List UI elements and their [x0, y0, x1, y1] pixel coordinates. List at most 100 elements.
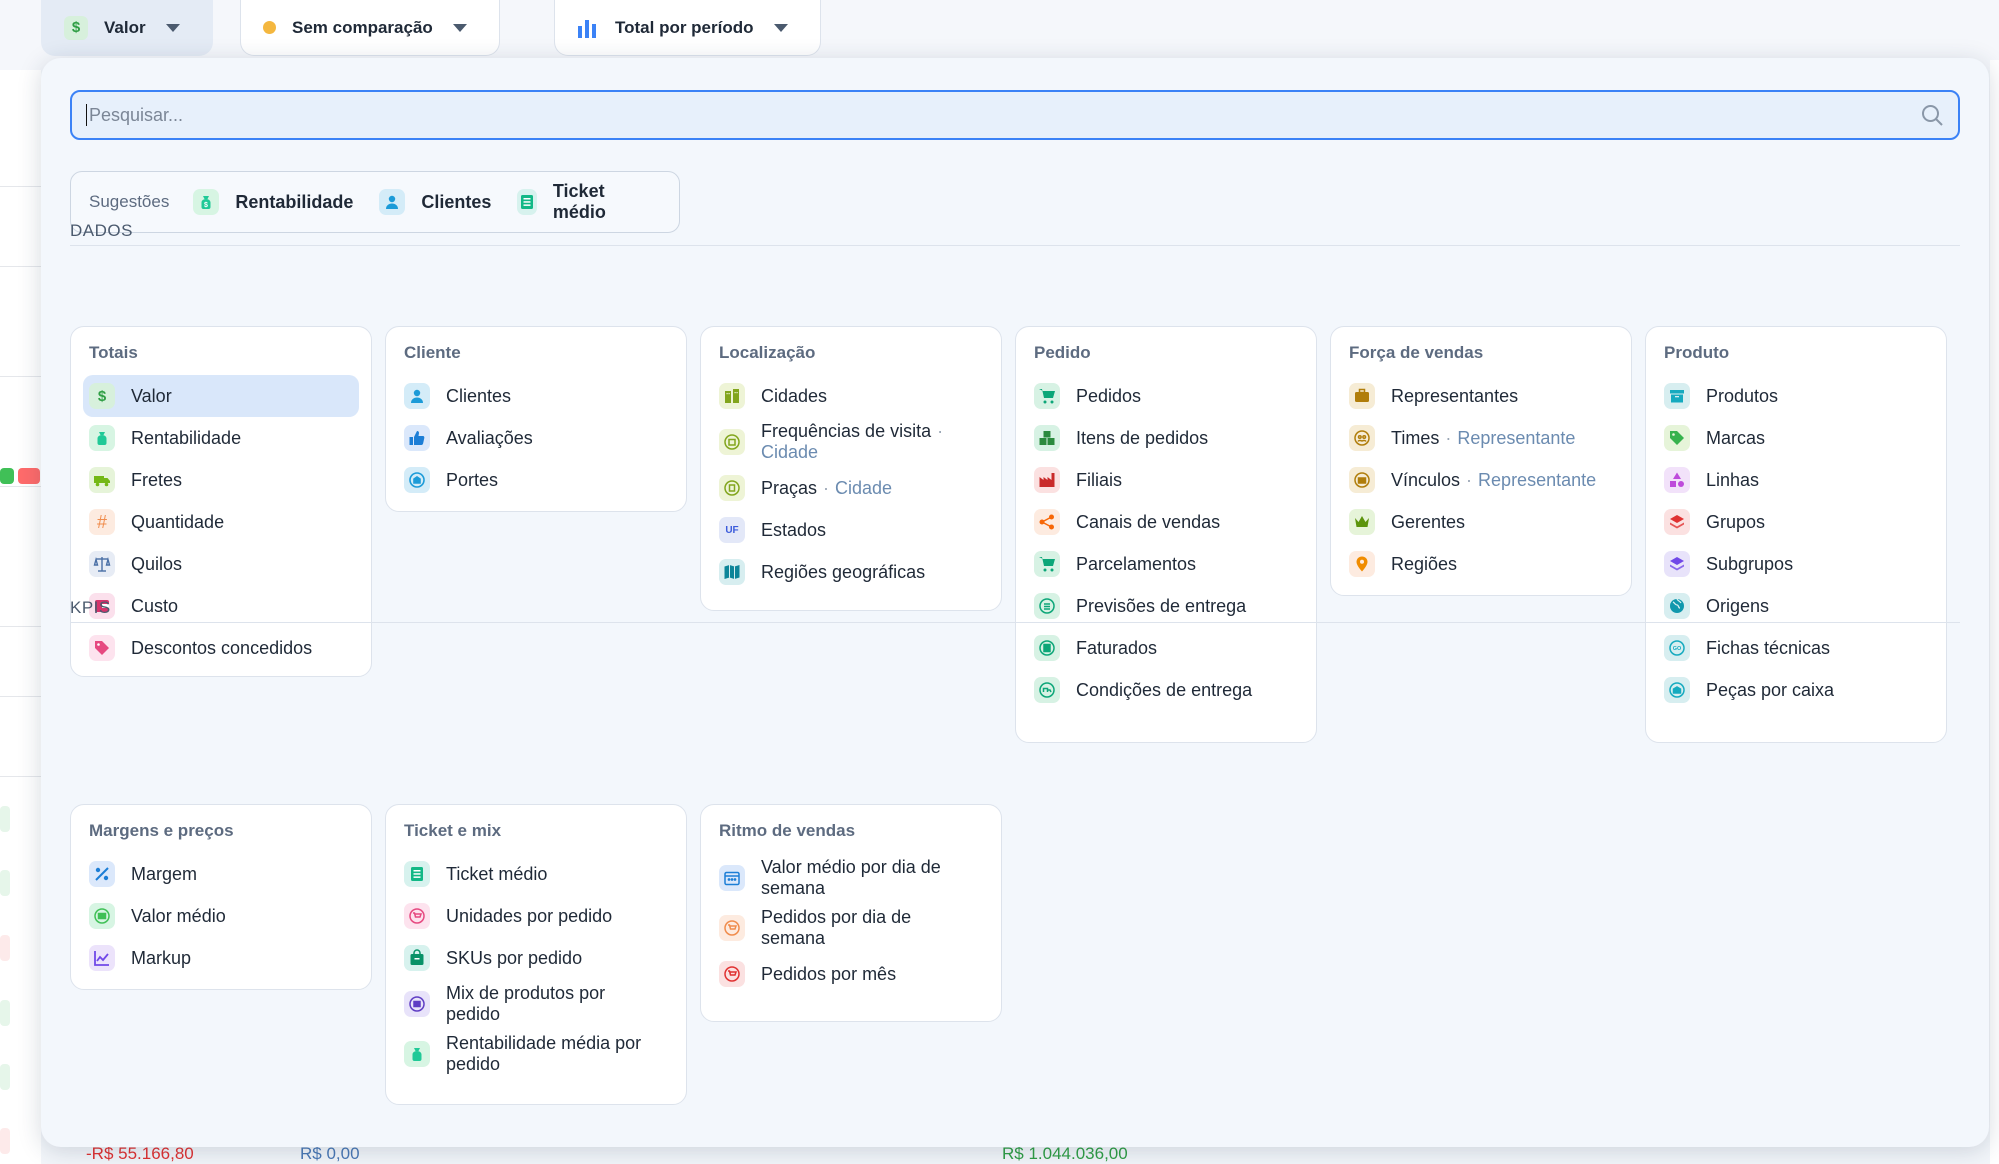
option-regioes-geograficas[interactable]: Regiões geográficas: [713, 551, 989, 593]
option-rentabilidade[interactable]: Rentabilidade: [83, 417, 359, 459]
search-input[interactable]: [89, 104, 1920, 126]
option-condicoes-entrega[interactable]: Condições de entrega: [1028, 669, 1304, 711]
pin-circle-icon: [719, 475, 745, 501]
option-pedidos-mes[interactable]: Pedidos por mês: [713, 953, 989, 995]
option-unidades-pedido[interactable]: Unidades por pedido: [398, 895, 674, 937]
option-valor[interactable]: $ Valor: [83, 375, 359, 417]
metric-filter-button[interactable]: $ Valor: [41, 0, 213, 56]
option-fichas-tecnicas[interactable]: GO Fichas técnicas: [1658, 627, 1934, 669]
option-valor-medio-dia[interactable]: Valor médio por dia de semana: [713, 853, 989, 903]
option-fretes[interactable]: Fretes: [83, 459, 359, 501]
truck-icon: [89, 467, 115, 493]
option-canais-vendas[interactable]: Canais de vendas: [1028, 501, 1304, 543]
option-pedidos-dia[interactable]: Pedidos por dia de semana: [713, 903, 989, 953]
option-pedidos[interactable]: Pedidos: [1028, 375, 1304, 417]
option-label: Cidades: [761, 385, 828, 406]
calendar-circle-icon: [719, 429, 745, 455]
share-icon: [1034, 509, 1060, 535]
option-label: Fichas técnicas: [1706, 637, 1831, 658]
option-label: Representantes: [1391, 385, 1519, 406]
option-label: Regiões: [1391, 553, 1458, 574]
option-linhas[interactable]: Linhas: [1658, 459, 1934, 501]
shopping-bag-icon: [404, 945, 430, 971]
calendar-icon: [719, 865, 745, 891]
cart-circle-icon: [404, 903, 430, 929]
option-valor-medio[interactable]: Valor médio: [83, 895, 359, 937]
shapes-icon: [1664, 467, 1690, 493]
option-times[interactable]: Times · Representante: [1343, 417, 1619, 459]
factory-icon: [1034, 467, 1060, 493]
search-icon[interactable]: [1920, 103, 1944, 127]
option-portes[interactable]: Portes: [398, 459, 674, 501]
thumbs-up-icon: [404, 425, 430, 451]
option-estados[interactable]: UF Estados: [713, 509, 989, 551]
briefcase-circle-icon: [1349, 467, 1375, 493]
money-circle-icon: [89, 903, 115, 929]
dollar-icon: $: [64, 15, 88, 40]
option-vinculos[interactable]: Vínculos · Representante: [1343, 459, 1619, 501]
option-previsoes-entrega[interactable]: Previsões de entrega: [1028, 585, 1304, 627]
percent-icon: [89, 861, 115, 887]
tag-icon: [1664, 425, 1690, 451]
option-parcelamentos[interactable]: Parcelamentos: [1028, 543, 1304, 585]
option-label: Gerentes: [1391, 511, 1466, 532]
option-sub-label: Cidade: [835, 477, 893, 498]
compare-filter-button[interactable]: Sem comparação: [240, 0, 500, 56]
option-ticket-medio[interactable]: Ticket médio: [398, 853, 674, 895]
option-quilos[interactable]: Quilos: [83, 543, 359, 585]
option-produtos[interactable]: Produtos: [1658, 375, 1934, 417]
team-circle-icon: [1349, 425, 1375, 451]
option-label: SKUs por pedido: [446, 947, 583, 968]
option-skus-pedido[interactable]: SKUs por pedido: [398, 937, 674, 979]
option-pracas[interactable]: Praças · Cidade: [713, 467, 989, 509]
money-bag-icon: [89, 425, 115, 451]
option-frequencias[interactable]: Frequências de visita · Cidade: [713, 417, 989, 467]
option-marcas[interactable]: Marcas: [1658, 417, 1934, 459]
option-grupos[interactable]: Grupos: [1658, 501, 1934, 543]
option-gerentes[interactable]: Gerentes: [1343, 501, 1619, 543]
option-margem[interactable]: Margem: [83, 853, 359, 895]
option-clientes[interactable]: Clientes: [398, 375, 674, 417]
svg-text:GO: GO: [1673, 646, 1682, 652]
card-pedido: Pedido Pedidos Itens de pedidos Filiais …: [1015, 326, 1317, 743]
suggestion-ticket-medio[interactable]: Ticket médio: [517, 181, 635, 223]
option-label: Valor médio: [131, 905, 226, 926]
option-rentabilidade-media[interactable]: Rentabilidade média por pedido: [398, 1029, 674, 1079]
option-mix-produtos[interactable]: Mix de produtos por pedido: [398, 979, 674, 1029]
option-label: Times: [1391, 427, 1440, 448]
option-faturados[interactable]: Faturados: [1028, 627, 1304, 669]
option-label: Marcas: [1706, 427, 1766, 448]
option-avaliacoes[interactable]: Avaliações: [398, 417, 674, 459]
option-custo[interactable]: Custo: [83, 585, 359, 627]
layers-icon: [1664, 551, 1690, 577]
option-filiais[interactable]: Filiais: [1028, 459, 1304, 501]
option-representantes[interactable]: Representantes: [1343, 375, 1619, 417]
option-markup[interactable]: Markup: [83, 937, 359, 979]
option-pecas-caixa[interactable]: Peças por caixa: [1658, 669, 1934, 711]
delivery-circle-icon: [1034, 677, 1060, 703]
hash-icon: #: [89, 509, 115, 535]
total-zero-value: R$ 0,00: [300, 1144, 360, 1163]
box-circle-icon: [404, 991, 430, 1017]
card-produto: Produto Produtos Marcas Linhas Grupos Su…: [1645, 326, 1947, 743]
option-itens-pedidos[interactable]: Itens de pedidos: [1028, 417, 1304, 459]
suggestion-clientes[interactable]: Clientes: [379, 189, 491, 215]
option-descontos[interactable]: Descontos concedidos: [83, 627, 359, 669]
option-subgrupos[interactable]: Subgrupos: [1658, 543, 1934, 585]
option-quantidade[interactable]: # Quantidade: [83, 501, 359, 543]
section-title-dados: DADOS: [70, 221, 133, 240]
option-label: Quilos: [131, 553, 183, 574]
suggestion-rentabilidade[interactable]: $ Rentabilidade: [193, 189, 353, 215]
option-label: Margem: [131, 863, 198, 884]
option-origens[interactable]: Origens: [1658, 585, 1934, 627]
option-cidades[interactable]: Cidades: [713, 375, 989, 417]
option-label: Grupos: [1706, 511, 1766, 532]
option-label: Origens: [1706, 595, 1770, 616]
location-pin-icon: [1349, 551, 1375, 577]
option-label: Praças: [761, 477, 818, 498]
option-label: Descontos concedidos: [131, 637, 313, 658]
period-filter-button[interactable]: Total por período: [554, 0, 821, 56]
layers-icon: [1664, 509, 1690, 535]
cart-icon: [1034, 383, 1060, 409]
option-regioes[interactable]: Regiões: [1343, 543, 1619, 585]
